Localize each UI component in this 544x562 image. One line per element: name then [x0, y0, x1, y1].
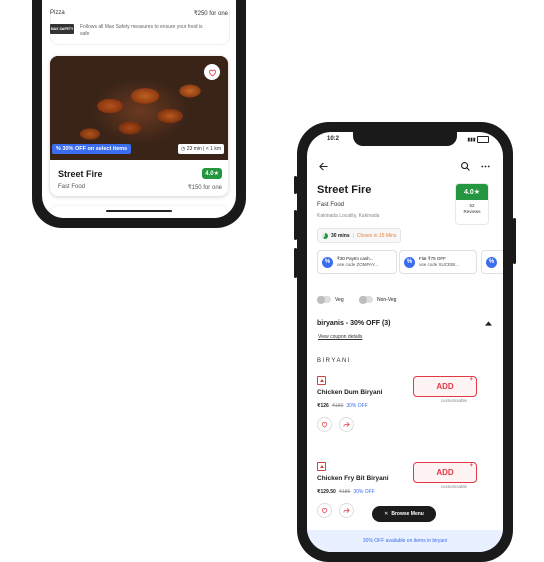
add-plus-icon: +: [469, 463, 473, 469]
phone-screen-left: Pizza ₹250 for one MAX SAFETY Follows al…: [42, 0, 236, 218]
browse-menu-button[interactable]: ✕ Browse Menu: [372, 506, 436, 522]
non-veg-toggle[interactable]: [359, 295, 373, 304]
phone-mockup-left: Pizza ₹250 for one MAX SAFETY Follows al…: [32, 0, 246, 228]
offer-banner: 30% OFF available on items in biryani: [307, 530, 503, 552]
view-coupon-link[interactable]: View coupon details: [318, 334, 362, 340]
more-options-icon[interactable]: [477, 158, 493, 174]
battery-icon: [477, 136, 489, 143]
restaurant-location: Kakinada Locality, Kakinada: [317, 213, 380, 219]
item-price-original: ₹180: [331, 403, 344, 409]
offer-card-paytm[interactable]: % ₹30 Paytm cash... use code ZOMPAY...: [317, 250, 397, 274]
prev-card-cuisine: Pizza: [50, 10, 65, 16]
restaurant-cuisine: Fast Food: [317, 202, 345, 208]
offer-code: use code SUCEBI...: [419, 262, 460, 267]
collapse-caret-icon[interactable]: [483, 318, 493, 328]
restaurant-card[interactable]: % 30% OFF on select items ◷ 23 min | < 1…: [50, 56, 228, 196]
rating-value: 4.0★: [456, 184, 488, 200]
add-button[interactable]: ADD +: [413, 462, 477, 483]
offer-card-more[interactable]: %: [481, 250, 503, 274]
restaurant-cuisine: Fast Food: [58, 184, 86, 190]
phone-button-power: [513, 218, 516, 264]
status-time: 10:2: [327, 136, 340, 142]
veg-filter[interactable]: Veg: [317, 295, 344, 304]
safety-text: Follows all Max Safety measures to ensur…: [80, 24, 203, 37]
clock-icon: ◷: [181, 146, 186, 152]
non-veg-filter[interactable]: Non-Veg: [359, 295, 397, 304]
section-title[interactable]: biryanis - 30% OFF (3): [317, 320, 391, 327]
item-discount: 30% OFF: [346, 403, 368, 409]
home-indicator: [106, 210, 172, 212]
item-price-current: ₹129.50: [317, 489, 336, 495]
reviews-label: Reviews: [463, 209, 481, 214]
item-price-current: ₹126: [317, 403, 329, 409]
offer-tag-icon: %: [56, 146, 61, 152]
timer-icon: [322, 232, 328, 239]
search-icon[interactable]: [457, 158, 473, 174]
offer-badge: % 30% OFF on select items: [52, 144, 132, 154]
item-price: ₹126 ₹180 30% OFF: [317, 403, 368, 409]
item-name: Chicken Dum Biryani: [317, 389, 383, 396]
phone-mockup-right: 10:2 ▮▮▮ Street Fire Fast Food Kakinada …: [297, 122, 513, 562]
veg-toggle[interactable]: [317, 295, 331, 304]
favorite-heart-icon[interactable]: [204, 64, 220, 80]
non-veg-marker-icon: [317, 376, 326, 385]
restaurant-name: Street Fire: [58, 169, 103, 179]
add-button[interactable]: ADD +: [413, 376, 477, 397]
item-price: ₹129.50 ₹185 30% OFF: [317, 489, 375, 495]
max-safety-logo: MAX SAFETY: [50, 24, 74, 34]
next-restaurant-card[interactable]: [50, 206, 228, 218]
share-icon[interactable]: [339, 417, 354, 432]
time-distance-badge: ◷ 23 min | < 1 km: [178, 144, 224, 154]
category-subheading: BIRYANI: [317, 358, 351, 364]
customisable-note: customisable: [440, 398, 467, 403]
safety-info: MAX SAFETY Follows all Max Safety measur…: [50, 24, 228, 42]
item-price-original: ₹185: [338, 489, 351, 495]
price-for-one: ₹150 for one: [187, 185, 222, 191]
signal-icon: ▮▮▮: [467, 136, 476, 143]
status-icons: ▮▮▮: [467, 136, 489, 143]
phone-notch: [353, 132, 457, 146]
item-name: Chicken Fry Bit Biryani: [317, 475, 389, 482]
rating-badge: 4.0★: [202, 168, 222, 179]
phone-screen-right: 10:2 ▮▮▮ Street Fire Fast Food Kakinada …: [307, 132, 503, 552]
prev-card-info: Pizza ₹250 for one: [50, 10, 228, 20]
prev-card-price: ₹250 for one: [193, 11, 228, 17]
item-discount: 30% OFF: [353, 489, 375, 495]
rating-box[interactable]: 4.0★ 52 Reviews: [455, 183, 489, 225]
delivery-time-pill: 30 mins | Closes in 15 Mins: [317, 228, 402, 243]
closing-status: Closes in 15 Mins: [356, 232, 397, 239]
reviews-info: 52 Reviews: [456, 200, 488, 215]
delivery-time: 30 mins: [331, 232, 350, 239]
menu-utensils-icon: ✕: [384, 511, 389, 517]
discount-icon: %: [404, 256, 415, 268]
back-arrow-icon[interactable]: [315, 158, 331, 174]
non-veg-marker-icon: [317, 462, 326, 471]
discount-icon: %: [322, 256, 333, 268]
restaurant-name: Street Fire: [317, 184, 372, 196]
discount-icon: %: [486, 256, 497, 268]
favorite-heart-icon[interactable]: [317, 503, 332, 518]
veg-label: Veg: [335, 296, 344, 303]
share-icon[interactable]: [339, 503, 354, 518]
non-veg-label: Non-Veg: [377, 296, 397, 303]
offer-code: use code ZOMPAY...: [337, 262, 379, 267]
customisable-note: customisable: [440, 484, 467, 489]
favorite-heart-icon[interactable]: [317, 417, 332, 432]
offer-card-flat[interactable]: % Flat ₹75 OFF use code SUCEBI...: [399, 250, 477, 274]
add-plus-icon: +: [469, 377, 473, 383]
